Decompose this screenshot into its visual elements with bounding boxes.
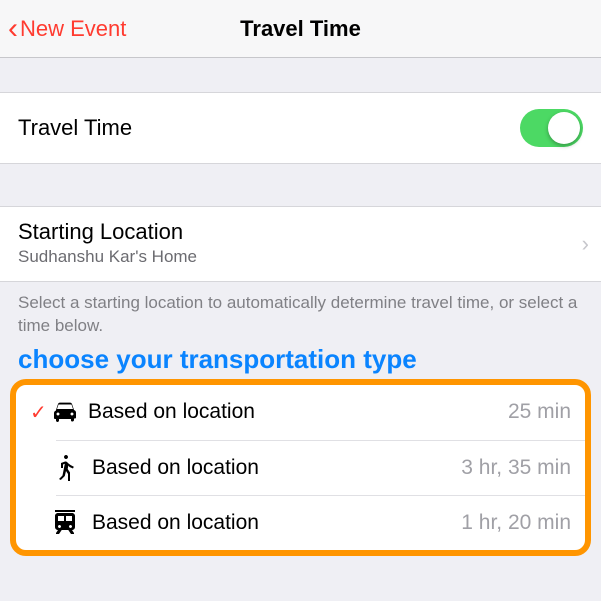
starting-location-subtitle: Sudhanshu Kar's Home <box>18 247 583 267</box>
option-car[interactable]: ✓ Based on location 25 min <box>16 385 585 440</box>
option-time: 25 min <box>508 400 571 424</box>
option-time: 3 hr, 35 min <box>461 456 571 480</box>
transport-options: ✓ Based on location 25 min ✓ Based on lo… <box>10 379 591 556</box>
option-walk[interactable]: ✓ Based on location 3 hr, 35 min <box>56 440 585 495</box>
checkmark-icon: ✓ <box>30 400 50 425</box>
toggle-knob <box>548 112 580 144</box>
back-button[interactable]: ‹ New Event <box>8 14 126 44</box>
option-label: Based on location <box>92 456 259 480</box>
travel-time-row: Travel Time <box>0 92 601 164</box>
chevron-left-icon: ‹ <box>8 14 18 44</box>
starting-location-title: Starting Location <box>18 219 583 245</box>
spacer <box>0 58 601 92</box>
navbar: ‹ New Event Travel Time <box>0 0 601 58</box>
annotation-text: choose your transportation type <box>0 342 601 379</box>
option-time: 1 hr, 20 min <box>461 511 571 535</box>
hint-text: Select a starting location to automatica… <box>0 282 601 342</box>
chevron-right-icon: › <box>582 231 589 257</box>
starting-location-row[interactable]: Starting Location Sudhanshu Kar's Home › <box>0 206 601 282</box>
page-title: Travel Time <box>240 16 361 42</box>
option-label: Based on location <box>88 400 255 424</box>
walk-icon <box>50 455 80 481</box>
car-icon <box>50 401 80 423</box>
travel-time-toggle[interactable] <box>520 109 583 147</box>
train-icon <box>50 510 80 536</box>
option-train[interactable]: ✓ Based on location 1 hr, 20 min <box>56 495 585 550</box>
travel-time-label: Travel Time <box>18 115 132 141</box>
back-label: New Event <box>20 16 126 42</box>
option-label: Based on location <box>92 511 259 535</box>
